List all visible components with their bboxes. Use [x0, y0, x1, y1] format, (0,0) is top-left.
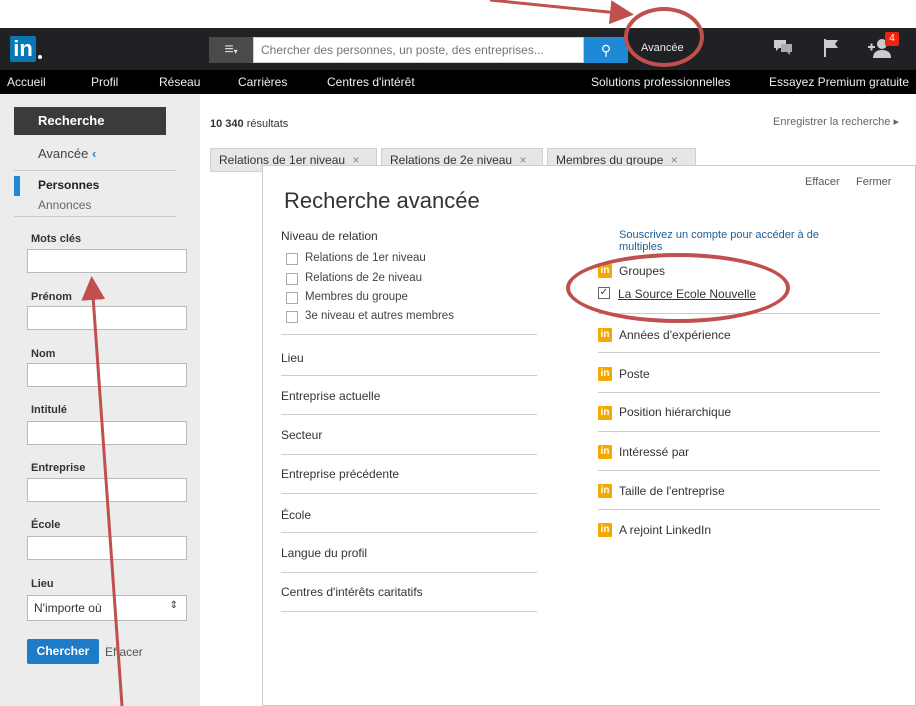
- annotation-arrows: [81, 0, 634, 706]
- annotation-arrow-top: [489, 0, 634, 25]
- annotation-arrow-bottom: [81, 276, 124, 706]
